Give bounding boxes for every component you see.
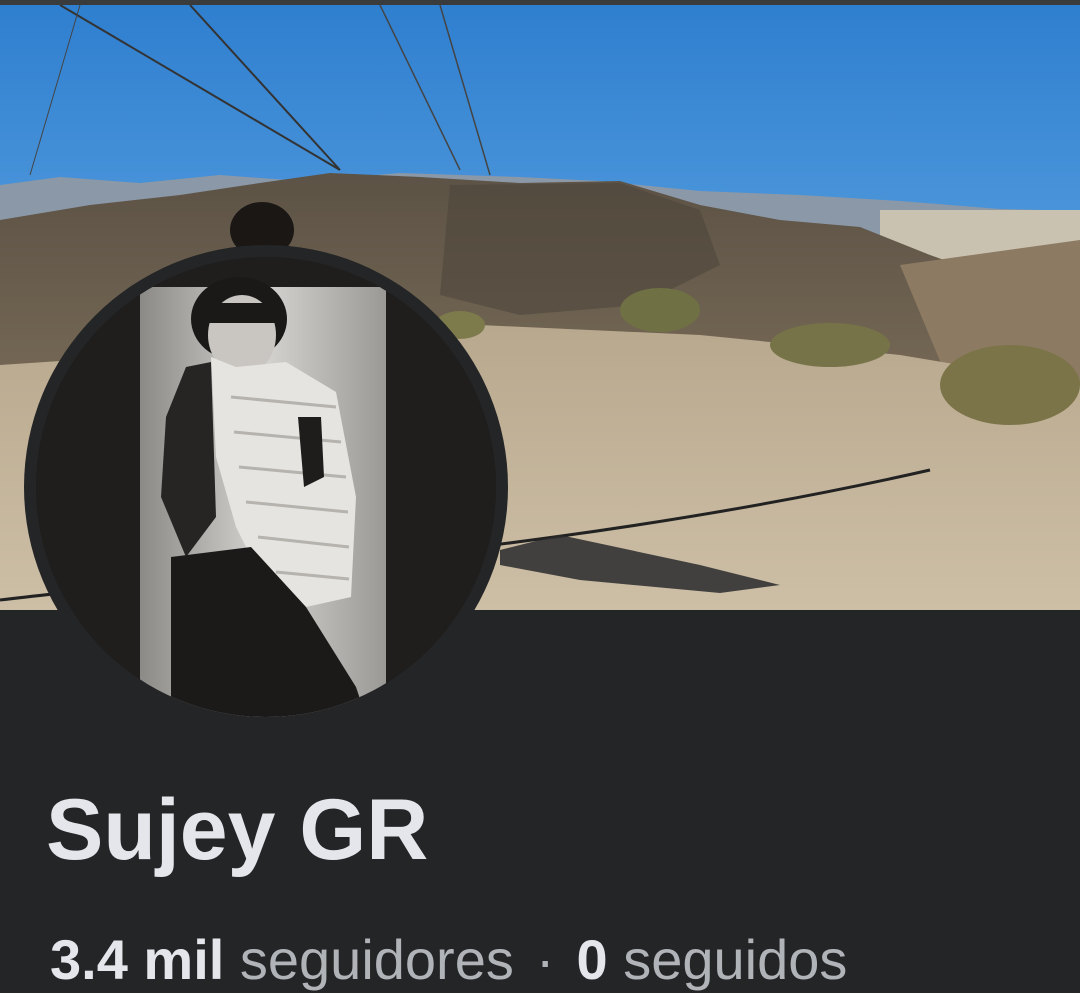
following-link[interactable]: 0 seguidos: [577, 928, 848, 991]
followers-count: 3.4 mil: [50, 928, 225, 991]
profile-stats: 3.4 mil seguidores · 0 seguidos: [50, 925, 847, 993]
followers-label: seguidores: [239, 928, 514, 991]
stats-separator: ·: [535, 928, 555, 991]
profile-name: Sujey GR: [46, 782, 429, 878]
profile-page: Sujey GR 3.4 mil seguidores · 0 seguidos: [0, 0, 1080, 993]
following-label: seguidos: [623, 928, 848, 991]
profile-photo[interactable]: [36, 257, 496, 717]
followers-link[interactable]: 3.4 mil seguidores: [50, 928, 514, 991]
following-count: 0: [576, 928, 608, 991]
profile-portrait-image: [36, 257, 496, 717]
